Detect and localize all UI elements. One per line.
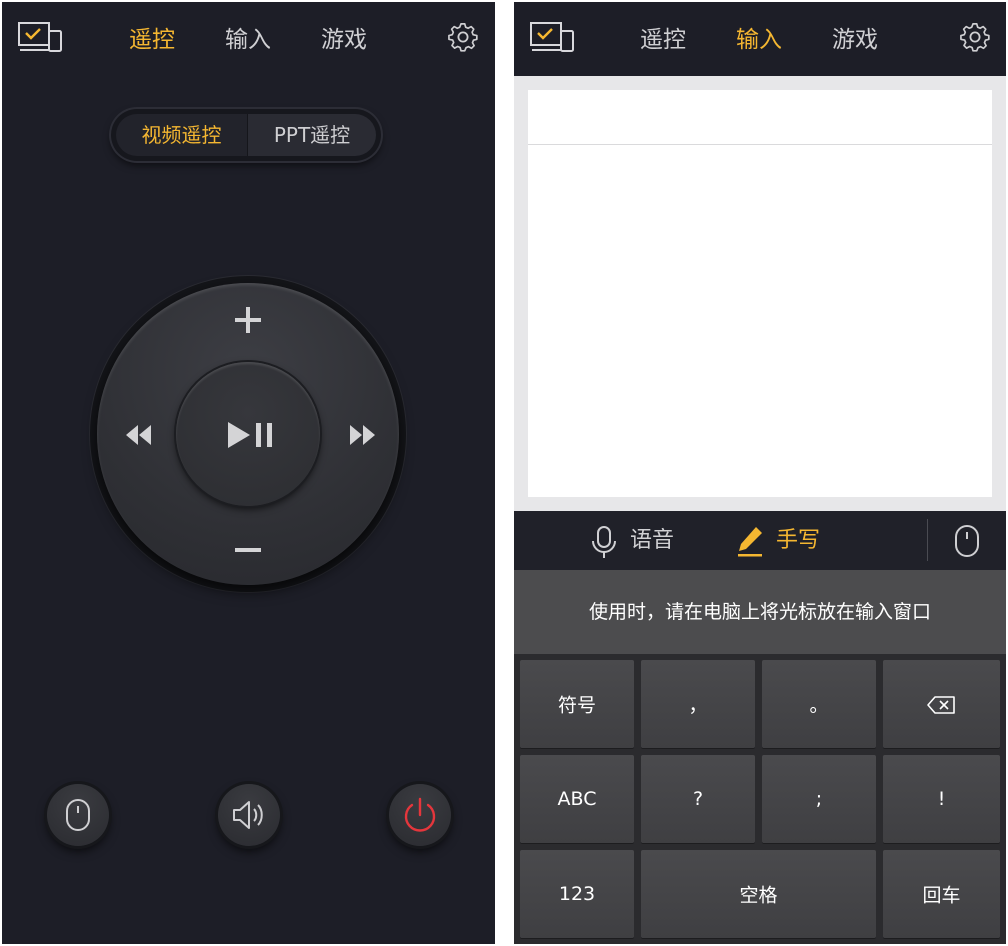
- key-label: ，: [688, 694, 708, 717]
- key-space[interactable]: 空格: [641, 850, 876, 938]
- rewind-icon[interactable]: [122, 420, 156, 450]
- key-123[interactable]: 123: [520, 850, 634, 938]
- key-question[interactable]: ?: [641, 755, 755, 843]
- key-label: ABC: [557, 788, 597, 810]
- backspace-icon: [927, 696, 955, 714]
- mouse-icon: [66, 799, 90, 831]
- key-backspace[interactable]: [883, 660, 1000, 748]
- mouse-button[interactable]: [47, 784, 109, 846]
- volume-button[interactable]: [218, 784, 280, 846]
- tab-remote[interactable]: 遥控: [640, 20, 686, 54]
- tab-remote[interactable]: 遥控: [129, 20, 175, 54]
- power-button[interactable]: [389, 784, 451, 846]
- key-period[interactable]: 。: [762, 660, 876, 748]
- input-divider: [528, 144, 992, 145]
- key-comma[interactable]: ，: [641, 660, 755, 748]
- mode-handwriting-label: 手写: [776, 528, 821, 553]
- plus-icon[interactable]: [232, 304, 264, 336]
- key-label: 符号: [557, 694, 596, 717]
- key-abc[interactable]: ABC: [520, 755, 634, 843]
- key-label: 空格: [739, 884, 778, 907]
- key-enter[interactable]: 回车: [883, 850, 1000, 938]
- mode-divider: [927, 519, 928, 561]
- mouse-icon[interactable]: [953, 524, 981, 558]
- key-symbols[interactable]: 符号: [520, 660, 634, 748]
- usage-hint: 使用时，请在电脑上将光标放在输入窗口: [514, 570, 1006, 654]
- screen-devices-icon[interactable]: [530, 21, 576, 53]
- remote-mode-segment: 视频遥控 PPT遥控: [111, 109, 381, 161]
- key-label: ?: [692, 788, 704, 810]
- keyboard: 符号 ， 。 ABC ? ; ! 123 空格 回车: [514, 654, 1006, 944]
- screen-devices-icon[interactable]: [18, 21, 64, 53]
- key-label: ;: [815, 788, 823, 810]
- tab-game[interactable]: 游戏: [321, 20, 367, 54]
- key-label: 。: [809, 694, 829, 717]
- pencil-icon: [738, 527, 762, 557]
- key-exclamation[interactable]: !: [883, 755, 1000, 843]
- mode-voice[interactable]: 语音: [590, 523, 690, 559]
- handwriting-input-field[interactable]: [528, 90, 992, 497]
- mode-handwriting[interactable]: 手写: [736, 523, 836, 559]
- gear-icon[interactable]: [448, 22, 478, 52]
- microphone-icon: [592, 526, 616, 558]
- play-pause-icon[interactable]: [224, 418, 276, 452]
- gear-icon[interactable]: [960, 22, 990, 52]
- power-icon: [404, 797, 436, 832]
- key-semicolon[interactable]: ;: [762, 755, 876, 843]
- input-mode-bar: 语音 手写: [514, 511, 1006, 570]
- top-bar: 遥控 输入 游戏: [2, 2, 495, 76]
- key-label: 123: [558, 883, 596, 905]
- input-screen: 遥控 输入 游戏 语音 手写 使用时，请在电脑上将光标放在输入窗口 符号 ， 。…: [514, 2, 1006, 944]
- segment-ppt-remote[interactable]: PPT遥控: [247, 114, 376, 156]
- mode-voice-label: 语音: [630, 528, 675, 553]
- speaker-icon: [233, 801, 263, 829]
- input-area: [514, 76, 1006, 511]
- minus-icon[interactable]: [232, 534, 264, 566]
- tab-input[interactable]: 输入: [225, 20, 271, 54]
- segment-video-remote[interactable]: 视频遥控: [116, 114, 247, 156]
- top-bar: 遥控 输入 游戏: [514, 2, 1006, 76]
- key-label: !: [937, 788, 946, 810]
- fast-forward-icon[interactable]: [346, 420, 380, 450]
- tab-game[interactable]: 游戏: [832, 20, 878, 54]
- key-label: 回车: [922, 884, 961, 907]
- remote-screen: 遥控 输入 游戏 视频遥控 PPT遥控: [2, 2, 495, 944]
- tab-input[interactable]: 输入: [736, 20, 782, 54]
